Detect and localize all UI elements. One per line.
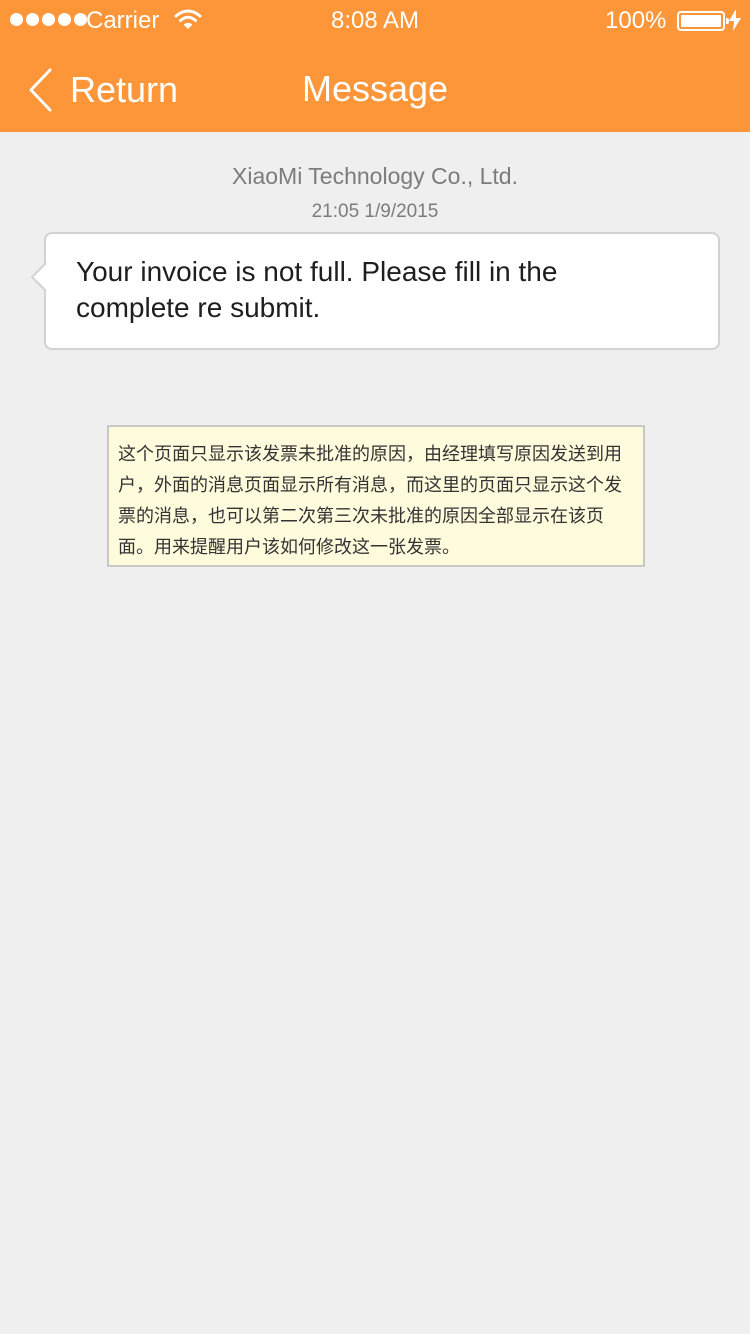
battery-percentage: 100%	[605, 7, 667, 34]
status-bar: Carrier 8:08 AM 100%	[0, 0, 750, 40]
header: Carrier 8:08 AM 100% Return Message	[0, 0, 750, 132]
page-title: Message	[301, 68, 449, 109]
message-timestamp: 21:05 1/9/2015	[311, 201, 439, 222]
battery-icon	[677, 11, 729, 31]
lightning-bolt-icon	[729, 9, 741, 31]
message-bubble-tail	[31, 263, 57, 291]
message-body: Your invoice is not full. Please fill in…	[76, 256, 558, 323]
message-bubble: Your invoice is not full. Please fill in…	[44, 232, 720, 350]
message-sender: XiaoMi Technology Co., Ltd.	[232, 163, 518, 189]
annotation-note: 这个页面只显示该发票未批准的原因，由经理填写原因发送到用户，外面的消息页面显示所…	[107, 425, 645, 567]
